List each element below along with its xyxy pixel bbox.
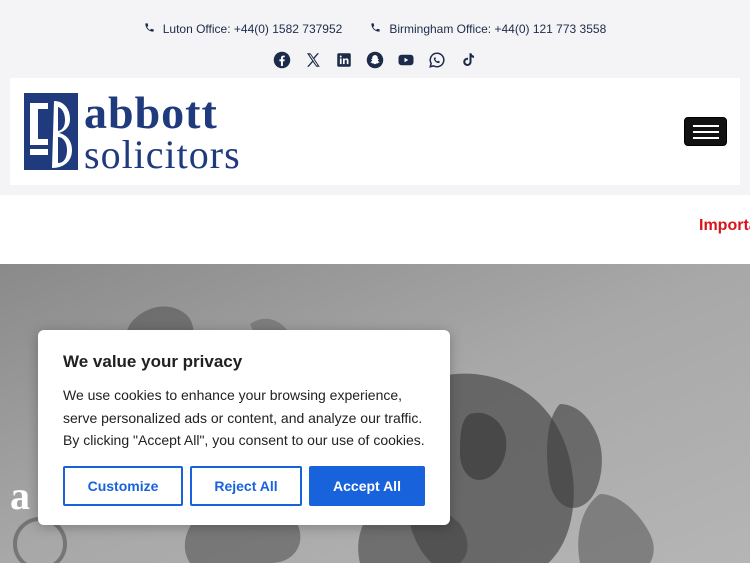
hamburger-icon-bar: [692, 136, 719, 139]
facebook-icon[interactable]: [273, 51, 291, 69]
cookie-consent-banner: We value your privacy We use cookies to …: [38, 330, 450, 525]
birmingham-office-contact[interactable]: Birmingham Office: +44(0) 121 773 3558: [370, 22, 606, 36]
cookie-banner-description: We use cookies to enhance your browsing …: [63, 387, 425, 448]
social-links: [0, 51, 750, 69]
menu-toggle-button[interactable]: [684, 117, 727, 146]
announcement-ticker: Importa: [0, 195, 750, 264]
reject-all-button[interactable]: Reject All: [190, 466, 302, 506]
birmingham-office-label: Birmingham Office: +44(0) 121 773 3558: [389, 22, 607, 36]
tiktok-icon[interactable]: [459, 51, 477, 69]
office-contacts: Luton Office: +44(0) 1582 737952 Birming…: [0, 22, 750, 36]
phone-icon: [370, 22, 381, 36]
site-header: abbott solicitors: [10, 78, 740, 185]
hero-heading-fragment: a: [10, 473, 30, 518]
linkedin-icon[interactable]: [335, 51, 353, 69]
x-icon[interactable]: [304, 51, 322, 69]
whatsapp-icon[interactable]: [428, 51, 446, 69]
top-bar: Luton Office: +44(0) 1582 737952 Birming…: [0, 0, 750, 78]
accept-all-button[interactable]: Accept All: [309, 466, 425, 506]
ticker-text[interactable]: Importa: [699, 217, 750, 235]
customize-button[interactable]: Customize: [63, 466, 183, 506]
snapchat-icon[interactable]: [366, 51, 384, 69]
cookie-banner-title: We value your privacy: [63, 352, 243, 371]
logo-wordmark-line2: solicitors: [84, 132, 241, 177]
logo-mark-icon: [24, 93, 78, 170]
youtube-icon[interactable]: [397, 51, 415, 69]
luton-office-contact[interactable]: Luton Office: +44(0) 1582 737952: [144, 22, 343, 36]
luton-office-label: Luton Office: +44(0) 1582 737952: [162, 22, 343, 36]
hamburger-icon-bar: [692, 124, 719, 127]
phone-icon: [144, 22, 155, 36]
hamburger-icon-bar: [692, 130, 719, 133]
abbott-solicitors-logo[interactable]: abbott solicitors: [24, 87, 240, 175]
logo-wordmark-line1: abbott: [84, 87, 218, 138]
